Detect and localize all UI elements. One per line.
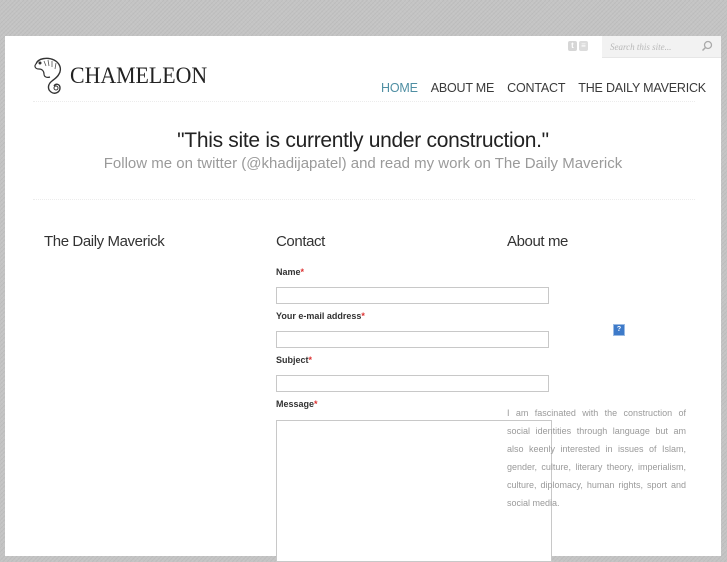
nav-the-daily-maverick[interactable]: THE DAILY MAVERICK bbox=[578, 81, 706, 95]
contact-heading: Contact bbox=[276, 233, 325, 250]
hero: "This site is currently under constructi… bbox=[5, 129, 721, 172]
nav-about-me[interactable]: ABOUT ME bbox=[431, 81, 495, 95]
rss-icon[interactable]: ≡ bbox=[579, 41, 588, 51]
name-input[interactable] bbox=[276, 287, 549, 304]
twitter-icon[interactable]: t bbox=[568, 41, 577, 51]
required-mark: * bbox=[300, 267, 305, 277]
required-mark: * bbox=[361, 311, 365, 321]
nav-home[interactable]: HOME bbox=[381, 81, 418, 95]
logo-text: CHAMELEON bbox=[70, 62, 208, 88]
hero-divider bbox=[33, 199, 695, 200]
required-mark: * bbox=[308, 355, 313, 365]
nav-contact[interactable]: CONTACT bbox=[507, 81, 565, 95]
email-label: Your e-mail address* bbox=[276, 311, 365, 321]
message-label-text: Message bbox=[276, 399, 315, 409]
chameleon-logo-icon bbox=[32, 56, 66, 101]
header-divider bbox=[33, 101, 695, 102]
main-nav: HOME ABOUT ME CONTACT THE DAILY MAVERICK bbox=[381, 81, 719, 95]
subject-input[interactable] bbox=[276, 375, 549, 392]
site-logo[interactable]: CHAMELEON bbox=[32, 56, 214, 101]
daily-maverick-heading: The Daily Maverick bbox=[44, 233, 165, 250]
hero-subtitle: Follow me on twitter (@khadijapatel) and… bbox=[103, 155, 623, 172]
email-input[interactable] bbox=[276, 331, 549, 348]
subject-label-text: Subject bbox=[276, 355, 309, 365]
search-icon[interactable] bbox=[701, 39, 713, 57]
required-mark: * bbox=[314, 399, 318, 409]
subject-label: Subject* bbox=[276, 355, 312, 365]
hero-title: "This site is currently under constructi… bbox=[177, 129, 549, 152]
message-label: Message* bbox=[276, 399, 318, 409]
page-container: t ≡ CHAMELEON HOME ABOUT ME CONTACT THE … bbox=[5, 36, 721, 562]
help-icon[interactable]: ? bbox=[613, 324, 625, 336]
about-me-text: I am fascinated with the construction of… bbox=[507, 408, 686, 508]
search-box bbox=[602, 36, 721, 58]
email-label-text: Your e-mail address bbox=[276, 311, 362, 321]
about-me-heading: About me bbox=[507, 233, 569, 250]
name-label: Name* bbox=[276, 267, 304, 277]
name-label-text: Name bbox=[276, 267, 301, 277]
search-input[interactable] bbox=[610, 40, 695, 54]
social-links: t ≡ bbox=[568, 41, 588, 51]
